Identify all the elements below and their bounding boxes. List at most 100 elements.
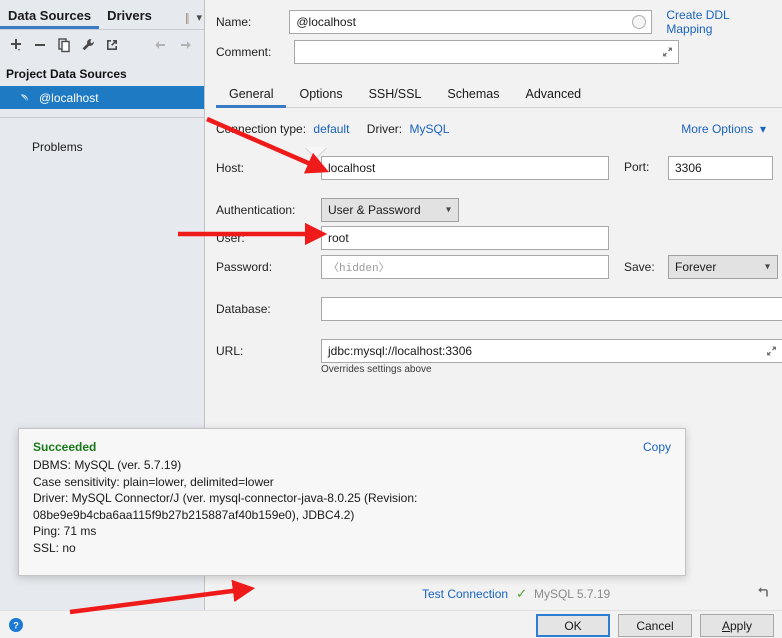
authentication-select[interactable]: User & Password ▾	[321, 198, 459, 222]
host-row: Host: localhost	[216, 156, 609, 180]
host-label: Host:	[216, 161, 245, 175]
remove-icon[interactable]	[28, 34, 52, 56]
sidebar-item-localhost[interactable]: @localhost	[0, 86, 204, 109]
sidebar-tab-drivers[interactable]: Drivers	[99, 8, 160, 29]
driver-label: Driver:	[366, 122, 403, 136]
popup-line-driver-2: 08be9e9b4cba6aa115f9b27b215887af40b159e0…	[33, 507, 355, 522]
comment-label: Comment:	[216, 45, 272, 59]
dialog-buttons: OK Cancel Apply	[536, 614, 774, 637]
sidebar-group-title: Project Data Sources	[6, 67, 127, 81]
external-link-icon[interactable]	[100, 34, 124, 56]
dialog-root: Data Sources Drivers ▾ Project Data Sour…	[0, 0, 782, 638]
navigation-arrows	[148, 34, 198, 56]
tab-ssh-ssl[interactable]: SSH/SSL	[356, 87, 435, 108]
connection-type-label: Connection type:	[216, 122, 307, 136]
chevron-down-icon: ▾	[445, 204, 451, 216]
color-picker-circle-icon[interactable]	[632, 15, 647, 29]
popup-line-ping: Ping: 71 ms	[33, 524, 97, 538]
popup-status-title: Succeeded	[33, 440, 97, 454]
test-connection-bar: Test Connection ✓ MySQL 5.7.19	[412, 578, 782, 610]
popup-line-driver-1: Driver: MySQL Connector/J (ver. mysql-co…	[33, 491, 418, 505]
add-icon[interactable]	[4, 34, 28, 56]
user-row: User: root	[216, 226, 609, 250]
copy-icon[interactable]	[52, 34, 76, 56]
sidebar-tab-overflow: ▾	[186, 13, 202, 24]
user-input-value: root	[328, 231, 349, 245]
name-row: Name: @localhost Create DDL Mapping	[216, 8, 772, 36]
user-input[interactable]: root	[321, 226, 609, 250]
apply-button[interactable]: Apply	[700, 614, 774, 637]
user-label: User:	[216, 231, 245, 245]
test-connection-result-popup: Succeeded Copy DBMS: MySQL (ver. 5.7.19)…	[18, 428, 686, 576]
sidebar-toolbar	[0, 30, 204, 60]
tab-schemas[interactable]: Schemas	[434, 87, 512, 108]
database-row: Database:	[216, 297, 782, 321]
popup-copy-link[interactable]: Copy	[643, 440, 671, 454]
password-input[interactable]: 〈hidden〉	[321, 255, 609, 279]
name-input[interactable]: @localhost	[289, 10, 653, 34]
save-select[interactable]: Forever ▾	[668, 255, 778, 279]
sidebar-tab-data-sources[interactable]: Data Sources	[0, 8, 99, 29]
test-connection-link[interactable]: Test Connection	[422, 587, 508, 601]
authentication-value: User & Password	[328, 203, 421, 217]
dialog-footer: ? OK Cancel Apply	[0, 610, 782, 638]
tab-advanced[interactable]: Advanced	[513, 87, 595, 108]
tab-divider-mark	[186, 13, 190, 24]
popup-line-dbms: DBMS: MySQL (ver. 5.7.19)	[33, 458, 182, 472]
authentication-label: Authentication:	[216, 203, 296, 217]
help-question-icon[interactable]: ?	[8, 617, 24, 636]
url-override-note: Overrides settings above	[321, 364, 432, 375]
name-input-value: @localhost	[296, 15, 356, 29]
comment-row: Comment:	[216, 40, 679, 64]
password-label: Password:	[216, 260, 273, 274]
host-input-value: localhost	[328, 161, 376, 175]
url-input-value: jdbc:mysql://localhost:3306	[328, 344, 473, 358]
chevron-down-icon[interactable]: ▾	[196, 13, 202, 24]
port-input[interactable]: 3306	[668, 156, 773, 180]
expand-editor-icon[interactable]	[662, 47, 673, 58]
database-label: Database:	[216, 302, 271, 316]
password-row: Password: 〈hidden〉	[216, 255, 609, 279]
expand-editor-icon[interactable]	[766, 346, 777, 357]
sidebar-tab-strip: Data Sources Drivers ▾	[0, 0, 204, 30]
authentication-row: Authentication: User & Password ▾	[216, 198, 459, 222]
popup-line-ssl: SSL: no	[33, 540, 76, 555]
url-input[interactable]: jdbc:mysql://localhost:3306	[321, 339, 782, 363]
driver-version-text: MySQL 5.7.19	[533, 587, 611, 601]
cancel-button[interactable]: Cancel	[618, 614, 692, 637]
database-input[interactable]	[321, 297, 782, 321]
tab-general[interactable]: General	[216, 87, 286, 108]
back-arrow-icon[interactable]	[148, 34, 172, 56]
popup-content: Succeeded Copy DBMS: MySQL (ver. 5.7.19)…	[19, 429, 685, 556]
create-ddl-mapping-link[interactable]: Create DDL Mapping	[666, 8, 772, 36]
tab-options[interactable]: Options	[286, 87, 355, 108]
mysql-dolphin-icon	[18, 91, 32, 105]
reset-arrow-icon[interactable]	[756, 584, 772, 603]
forward-arrow-icon[interactable]	[174, 34, 198, 56]
port-input-value: 3306	[675, 161, 702, 175]
port-label: Port:	[624, 160, 650, 174]
ok-button[interactable]: OK	[536, 614, 610, 637]
connection-summary-row: Connection type: default Driver: MySQL M…	[216, 122, 774, 138]
popup-tail	[305, 147, 327, 158]
host-input[interactable]: localhost	[321, 156, 609, 180]
name-label: Name:	[216, 15, 252, 29]
more-options-link[interactable]: More Options ▾	[681, 122, 766, 136]
driver-value[interactable]: MySQL	[409, 122, 449, 136]
save-label: Save:	[624, 260, 655, 274]
url-label: URL:	[216, 344, 244, 358]
svg-text:?: ?	[13, 621, 19, 632]
settings-tab-strip: General Options SSH/SSL Schemas Advanced	[216, 80, 782, 108]
chevron-down-icon: ▾	[756, 122, 766, 136]
chevron-down-icon: ▾	[764, 261, 770, 273]
wrench-icon[interactable]	[76, 34, 100, 56]
connection-type-value[interactable]: default	[313, 122, 349, 136]
sidebar-item-label: @localhost	[39, 90, 99, 105]
popup-line-case-sensitivity: Case sensitivity: plain=lower, delimited…	[33, 474, 274, 489]
green-check-icon: ✓	[516, 586, 527, 601]
sidebar-problems-label[interactable]: Problems	[0, 118, 204, 154]
comment-input[interactable]	[294, 40, 679, 64]
apply-button-label: Apply	[721, 618, 753, 633]
url-row: URL: jdbc:mysql://localhost:3306	[216, 339, 782, 363]
password-placeholder: 〈hidden〉	[328, 263, 390, 275]
